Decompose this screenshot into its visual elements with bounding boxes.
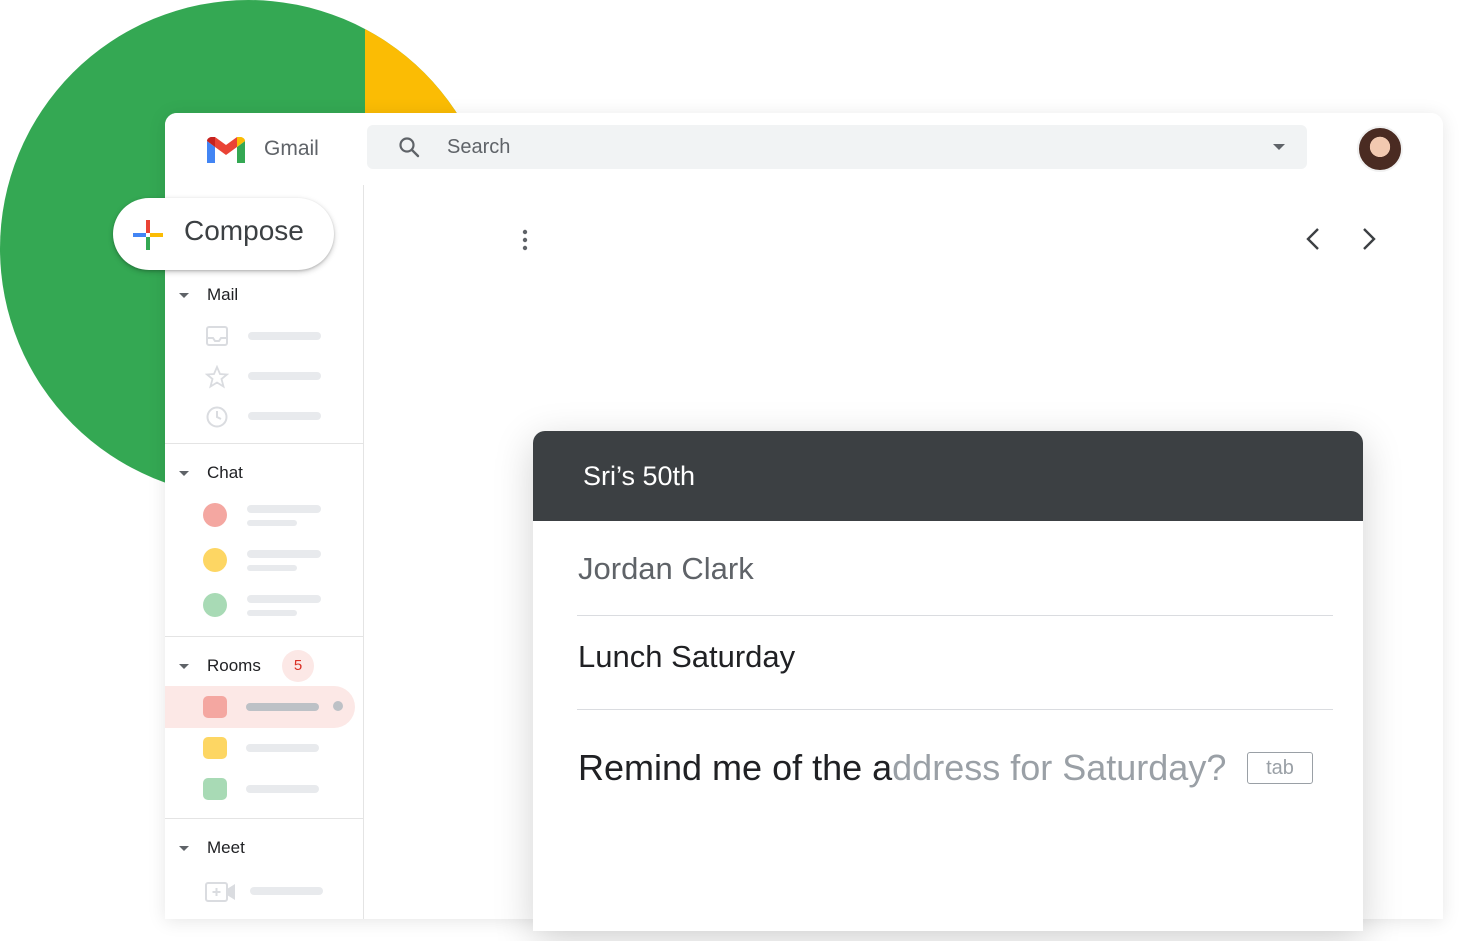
message-body[interactable]: Remind me of the address for Saturday? [578,747,1226,789]
chevron-down-icon[interactable] [1273,144,1285,150]
recipient-field[interactable]: Jordan Clark [578,551,754,587]
tab-key-hint: tab [1247,752,1313,784]
chevron-left-icon[interactable] [1300,225,1328,253]
compose-button[interactable]: Compose [113,198,334,270]
search-input[interactable]: Search [447,136,510,159]
app-name: Gmail [264,137,319,160]
unread-dot [333,701,343,711]
chat-item-placeholder[interactable] [247,595,321,603]
smart-compose-suggestion: ddress for Saturday? [892,747,1227,788]
divider [165,818,363,819]
search-bar[interactable]: Search [367,125,1307,169]
chat-avatar[interactable] [203,503,227,527]
expand-icon[interactable] [179,470,189,476]
expand-icon[interactable] [179,292,189,298]
room-item-placeholder[interactable] [246,785,319,793]
mail-label: Mail [207,285,239,304]
chat-item-placeholder [247,520,297,526]
rooms-section-header[interactable]: Rooms [179,656,261,676]
compose-label: Compose [184,215,304,246]
mail-item-placeholder[interactable] [248,412,321,420]
field-divider [577,709,1333,710]
room-item-placeholder[interactable] [246,744,319,752]
chat-avatar[interactable] [203,593,227,617]
clock-icon[interactable] [205,405,229,429]
search-icon[interactable] [398,136,420,163]
plus-icon [133,220,163,250]
star-icon[interactable] [205,365,229,389]
dialog-title: Sri’s 50th [583,461,696,491]
rooms-unread-badge: 5 [282,650,314,682]
subject-field[interactable]: Lunch Saturday [578,639,795,675]
top-bar: Gmail Search [165,113,1443,186]
mail-item-placeholder[interactable] [248,372,321,380]
body-typed-text: Remind me of the a [578,747,893,788]
chat-item-placeholder [247,610,297,616]
chat-section-header[interactable]: Chat [179,463,243,483]
meet-item-placeholder[interactable] [250,887,323,895]
chat-item-placeholder[interactable] [247,550,321,558]
compose-dialog: Sri’s 50th Jordan Clark Lunch Saturday R… [533,431,1363,931]
dialog-header[interactable]: Sri’s 50th [533,431,1363,521]
meet-section-header[interactable]: Meet [179,838,245,858]
expand-icon[interactable] [179,663,189,669]
inbox-icon[interactable] [205,325,229,347]
chat-label: Chat [207,463,243,482]
chevron-right-icon[interactable] [1354,225,1382,253]
field-divider [577,615,1333,616]
meet-label: Meet [207,838,245,857]
more-vert-icon[interactable] [519,228,531,252]
video-icon[interactable] [205,881,237,903]
expand-icon[interactable] [179,845,189,851]
chat-item-placeholder [247,565,297,571]
divider [165,443,363,444]
gmail-logo-icon[interactable] [207,136,245,168]
chat-item-placeholder[interactable] [247,505,321,513]
sidebar: Mail Chat Rooms 5 Meet [165,185,364,919]
mail-item-placeholder[interactable] [248,332,321,340]
rooms-label: Rooms [207,656,261,675]
room-icon[interactable] [203,778,227,800]
divider [165,636,363,637]
room-icon[interactable] [203,737,227,759]
room-icon [203,696,227,718]
avatar[interactable] [1357,126,1403,172]
chat-avatar[interactable] [203,548,227,572]
room-item-placeholder [246,703,319,711]
mail-section-header[interactable]: Mail [179,285,238,305]
